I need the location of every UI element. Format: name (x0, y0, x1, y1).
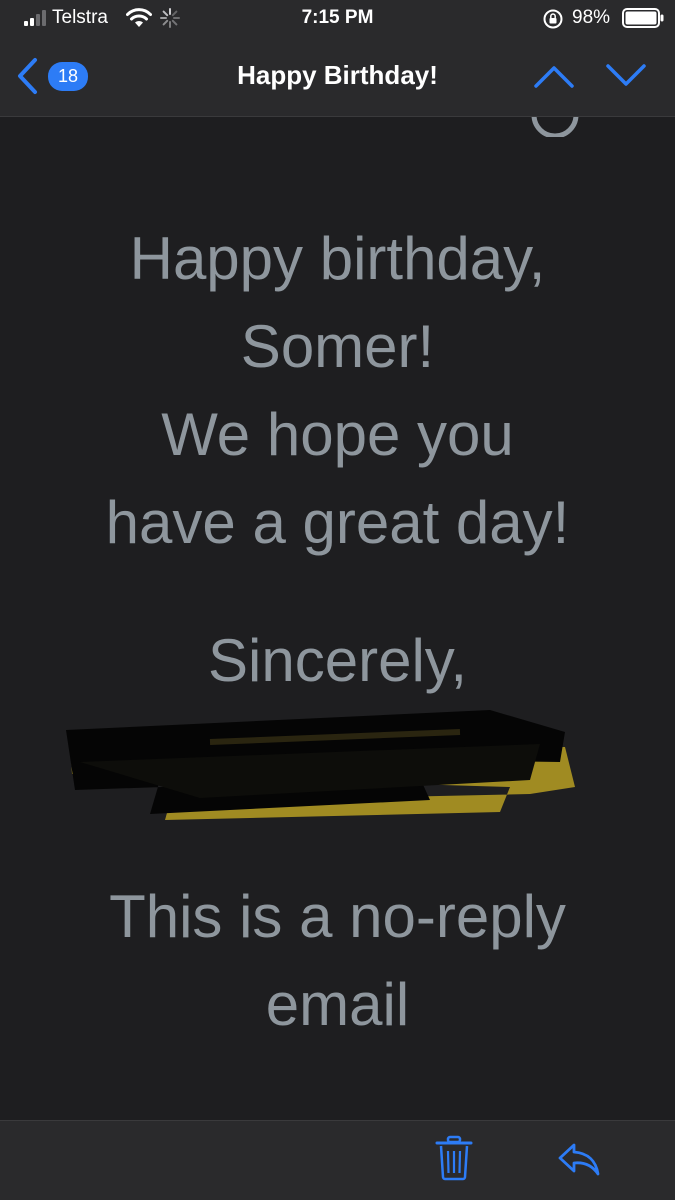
greeting-line: Somer! (240, 313, 435, 380)
cropped-graphic (531, 117, 579, 137)
greeting-line: Happy birthday, (129, 225, 546, 292)
nav-bar: 18 Happy Birthday! (0, 38, 675, 117)
noreply-line: email (265, 971, 410, 1038)
status-bar: Telstra 7:15 PM 98% (0, 0, 675, 38)
birthday-greeting: Happy birthday, Somer! We hope you have … (30, 215, 645, 567)
battery-icon (622, 8, 664, 28)
trash-icon[interactable] (434, 1135, 474, 1181)
chevron-up-icon[interactable] (532, 60, 576, 92)
redaction-scribble (66, 710, 575, 820)
bottom-toolbar (0, 1120, 675, 1200)
mail-screen: Telstra 7:15 PM 98% 18 Happy Birthday! H… (0, 0, 675, 1200)
noreply-notice: This is a no-reply email (30, 873, 645, 1049)
chevron-down-icon[interactable] (604, 60, 648, 92)
signoff-text: Sincerely, (208, 627, 467, 694)
greeting-line: We hope you (161, 401, 514, 468)
reply-icon[interactable] (556, 1141, 602, 1177)
rotation-lock-icon (543, 9, 563, 29)
noreply-line: This is a no-reply (109, 883, 566, 950)
greeting-line: have a great day! (105, 489, 570, 556)
battery-percent: 98% (572, 7, 611, 28)
message-body: Happy birthday, Somer! We hope you have … (0, 117, 675, 1120)
